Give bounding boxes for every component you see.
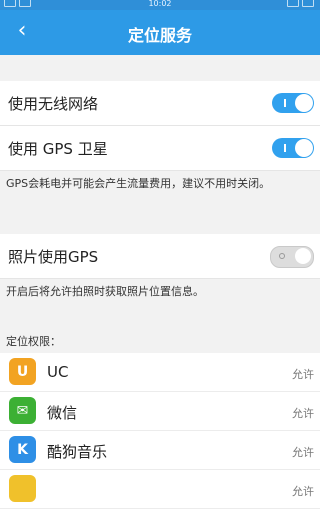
gps-location-row[interactable]: 使用 GPS 卫星: [0, 126, 320, 171]
status-clock: 10:02: [148, 0, 172, 8]
app-permission-status: 允许: [292, 446, 314, 459]
toggle-knob: [295, 139, 313, 157]
photo-gps-group: 照片使用GPS: [0, 234, 320, 279]
toggle-on-mark-icon: [284, 144, 286, 152]
status-icons: [287, 0, 314, 7]
wechat-icon: ✉: [9, 397, 36, 424]
network-settings-group: 使用无线网络 使用 GPS 卫星: [0, 81, 320, 171]
app-row-kugou[interactable]: K 酷狗音乐 允许: [0, 431, 320, 470]
app-permissions-list: U UC 允许 ✉ 微信 允许 K 酷狗音乐 允许 允许: [0, 353, 320, 509]
photo-gps-row[interactable]: 照片使用GPS: [0, 234, 320, 279]
app-row-wechat[interactable]: ✉ 微信 允许: [0, 392, 320, 431]
gps-location-toggle[interactable]: [272, 138, 314, 158]
app-row-partial[interactable]: 允许: [0, 470, 320, 509]
app-name: 微信: [47, 404, 78, 422]
photo-gps-label: 照片使用GPS: [8, 248, 99, 266]
title-bar: ‹ 定位服务: [0, 10, 320, 55]
app-name: UC: [47, 363, 69, 381]
photo-gps-note: 开启后将允许拍照时获取照片位置信息。: [6, 285, 204, 298]
app-name: 酷狗音乐: [47, 443, 108, 461]
gps-location-label: 使用 GPS 卫星: [8, 140, 108, 158]
toggle-knob: [295, 94, 313, 112]
toggle-on-mark-icon: [284, 99, 286, 107]
battery-icon: [302, 0, 314, 7]
app-icon: [9, 475, 36, 502]
toggle-off-mark-icon: [279, 253, 285, 259]
gps-battery-note: GPS会耗电并可能会产生流量费用，建议不用时关闭。: [6, 177, 271, 190]
app-row-uc[interactable]: U UC 允许: [0, 353, 320, 392]
photo-gps-toggle[interactable]: [270, 246, 314, 268]
app-permission-status: 允许: [292, 407, 314, 420]
kugou-icon: K: [9, 436, 36, 463]
app-permission-status: 允许: [292, 485, 314, 498]
alarm-icon: [287, 0, 299, 7]
wifi-location-row[interactable]: 使用无线网络: [0, 81, 320, 126]
page-title: 定位服务: [127, 26, 192, 45]
uc-browser-icon: U: [9, 358, 36, 385]
location-permissions-header: 定位权限：: [6, 335, 61, 348]
toggle-knob: [295, 248, 311, 264]
wifi-location-toggle[interactable]: [272, 93, 314, 113]
app-permission-status: 允许: [292, 368, 314, 381]
status-bar: 10:02: [0, 0, 320, 10]
wifi-location-label: 使用无线网络: [8, 95, 99, 113]
